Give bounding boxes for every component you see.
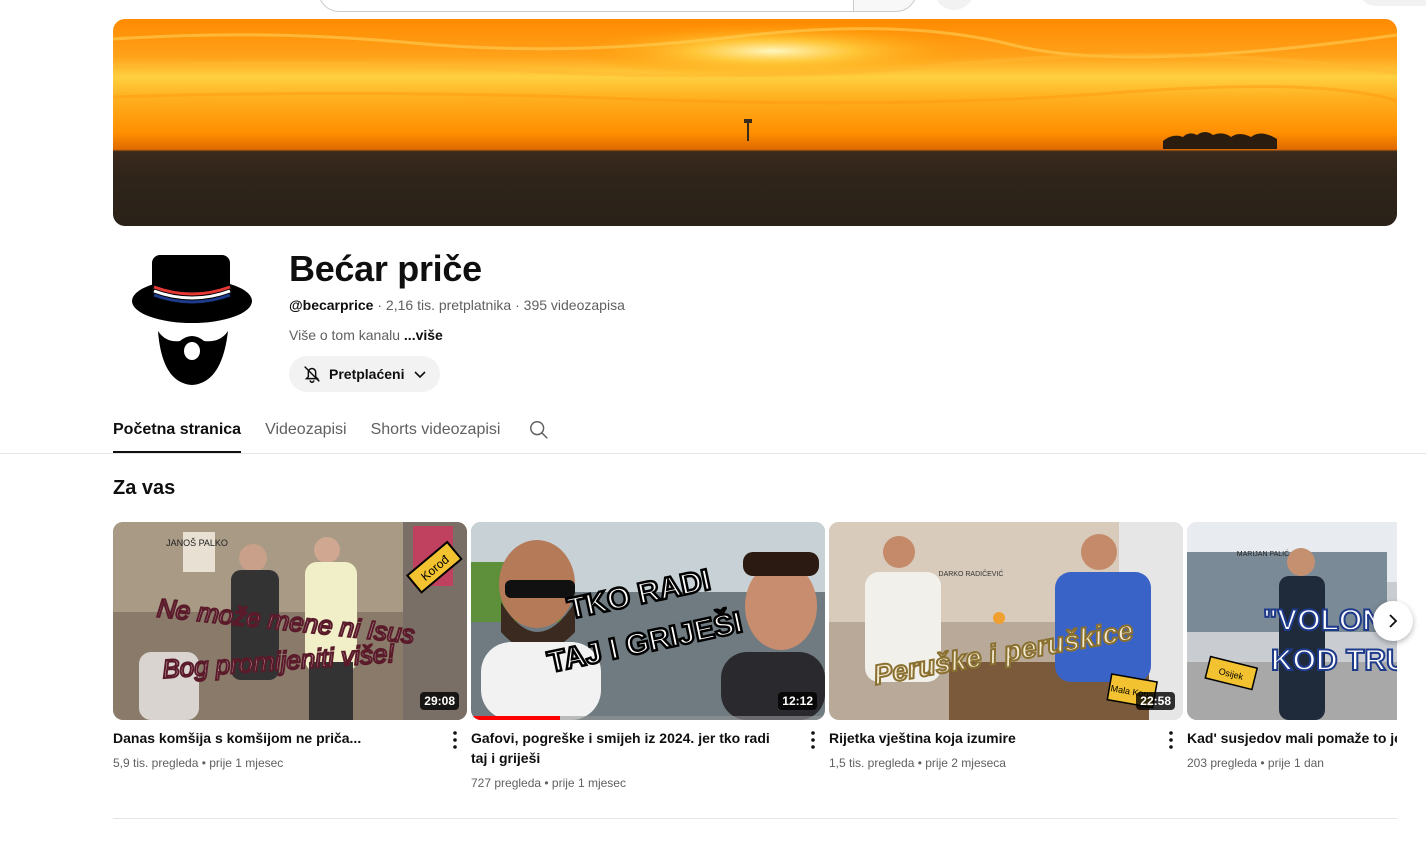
voice-search-button[interactable] [934,0,974,10]
channel-meta: @becarprice · 2,16 tis. pretplatnika · 3… [289,297,625,313]
video-title[interactable]: Gafovi, pogreške i smijeh iz 2024. jer t… [471,728,783,768]
video-meta: 727 pregleda • prije 1 mjesec [471,776,626,790]
overlay-line-2: KOD TRUMPA" [1271,644,1397,677]
thumbnail-image-3: DARKO RADIČEVIĆ Mala Kopa Peruške i peru… [829,522,1183,720]
tabs-divider [0,453,1426,454]
channel-avatar[interactable] [128,249,256,389]
channel-description[interactable]: Više o tom kanalu ...više [289,327,443,343]
section-divider [113,818,1397,819]
video-title[interactable]: Danas komšija s komšijom ne priča... [113,728,425,748]
hat-beard-logo [132,255,252,385]
video-thumbnail[interactable]: TKO RADI TAJ I GRIJEŠI 12:12 [471,522,825,720]
create-button[interactable] [1358,0,1426,6]
tab-videos[interactable]: Videozapisi [265,412,347,453]
chevron-right-icon [1389,614,1398,628]
thumbnail-image-4: MARIJAN PALIĆ Osijek "VOLONTIRAM KOD TRU… [1187,522,1397,720]
sign-text: DARKO RADIČEVIĆ [939,569,1004,578]
video-meta: 1,5 tis. pregleda • prije 2 mjeseca [829,756,1006,770]
sign-text: MARIJAN PALIĆ [1237,549,1289,558]
more-vertical-icon[interactable] [1159,728,1183,752]
tab-home[interactable]: Početna stranica [113,412,242,453]
subscribe-label: Pretplaćeni [329,366,405,382]
channel-handle: @becarprice [289,297,374,313]
video-card[interactable]: DARKO RADIČEVIĆ Mala Kopa Peruške i peru… [829,522,1183,770]
search-input[interactable] [318,0,855,12]
video-title[interactable]: Rijetka vještina koja izumire [829,728,1141,748]
sign-text: JANOŠ PALKO [166,538,228,548]
video-meta: 203 pregleda • prije 1 dan [1187,756,1324,770]
video-thumbnail[interactable]: Korođ JANOŠ PALKO Ne može mene ni Isus B… [113,522,467,720]
search-button[interactable] [853,0,917,12]
thumbnail-image-2: TKO RADI TAJ I GRIJEŠI [471,522,825,720]
description-text: Više o tom kanalu [289,327,404,343]
video-thumbnail[interactable]: DARKO RADIČEVIĆ Mala Kopa Peruške i peru… [829,522,1183,720]
shelf-next-button[interactable] [1373,601,1413,641]
video-thumbnail[interactable]: MARIJAN PALIĆ Osijek "VOLONTIRAM KOD TRU… [1187,522,1397,720]
video-card[interactable]: TKO RADI TAJ I GRIJEŠI 12:12 Gafovi, pog… [471,522,825,790]
channel-stats: · 2,16 tis. pretplatnika · 395 videozapi… [373,297,625,313]
thumbnail-image-1: Korođ JANOŠ PALKO Ne može mene ni Isus B… [113,522,467,720]
subscribed-button[interactable]: Pretplaćeni [289,356,440,392]
more-link[interactable]: ...više [404,327,443,343]
video-duration: 22:58 [1136,692,1175,710]
more-vertical-icon[interactable] [801,728,825,752]
channel-name: Bećar priče [289,248,482,289]
masthead [0,0,1426,12]
search-icon[interactable] [528,419,550,441]
chevron-down-icon [414,371,427,379]
video-card[interactable]: Korođ JANOŠ PALKO Ne može mene ni Isus B… [113,522,467,770]
channel-banner [113,19,1397,226]
video-card[interactable]: MARIJAN PALIĆ Osijek "VOLONTIRAM KOD TRU… [1187,522,1397,770]
watch-progress-bar [471,716,825,720]
tab-shorts[interactable]: Shorts videozapisi [371,412,501,453]
video-duration: 12:12 [778,692,817,710]
sunset-landscape-image [113,23,1397,149]
video-duration: 29:08 [420,692,459,710]
channel-tabs: Početna stranica Videozapisi Shorts vide… [113,412,524,453]
section-title: Za vas [113,477,176,499]
bell-off-icon [304,366,320,383]
watch-progress-fill [471,716,560,720]
video-meta: 5,9 tis. pregleda • prije 1 mjesec [113,756,284,770]
video-title[interactable]: Kad' susjedov mali pomaže to je naša... [1187,728,1397,748]
more-vertical-icon[interactable] [443,728,467,752]
video-shelf: Korođ JANOŠ PALKO Ne može mene ni Isus B… [113,522,1397,802]
